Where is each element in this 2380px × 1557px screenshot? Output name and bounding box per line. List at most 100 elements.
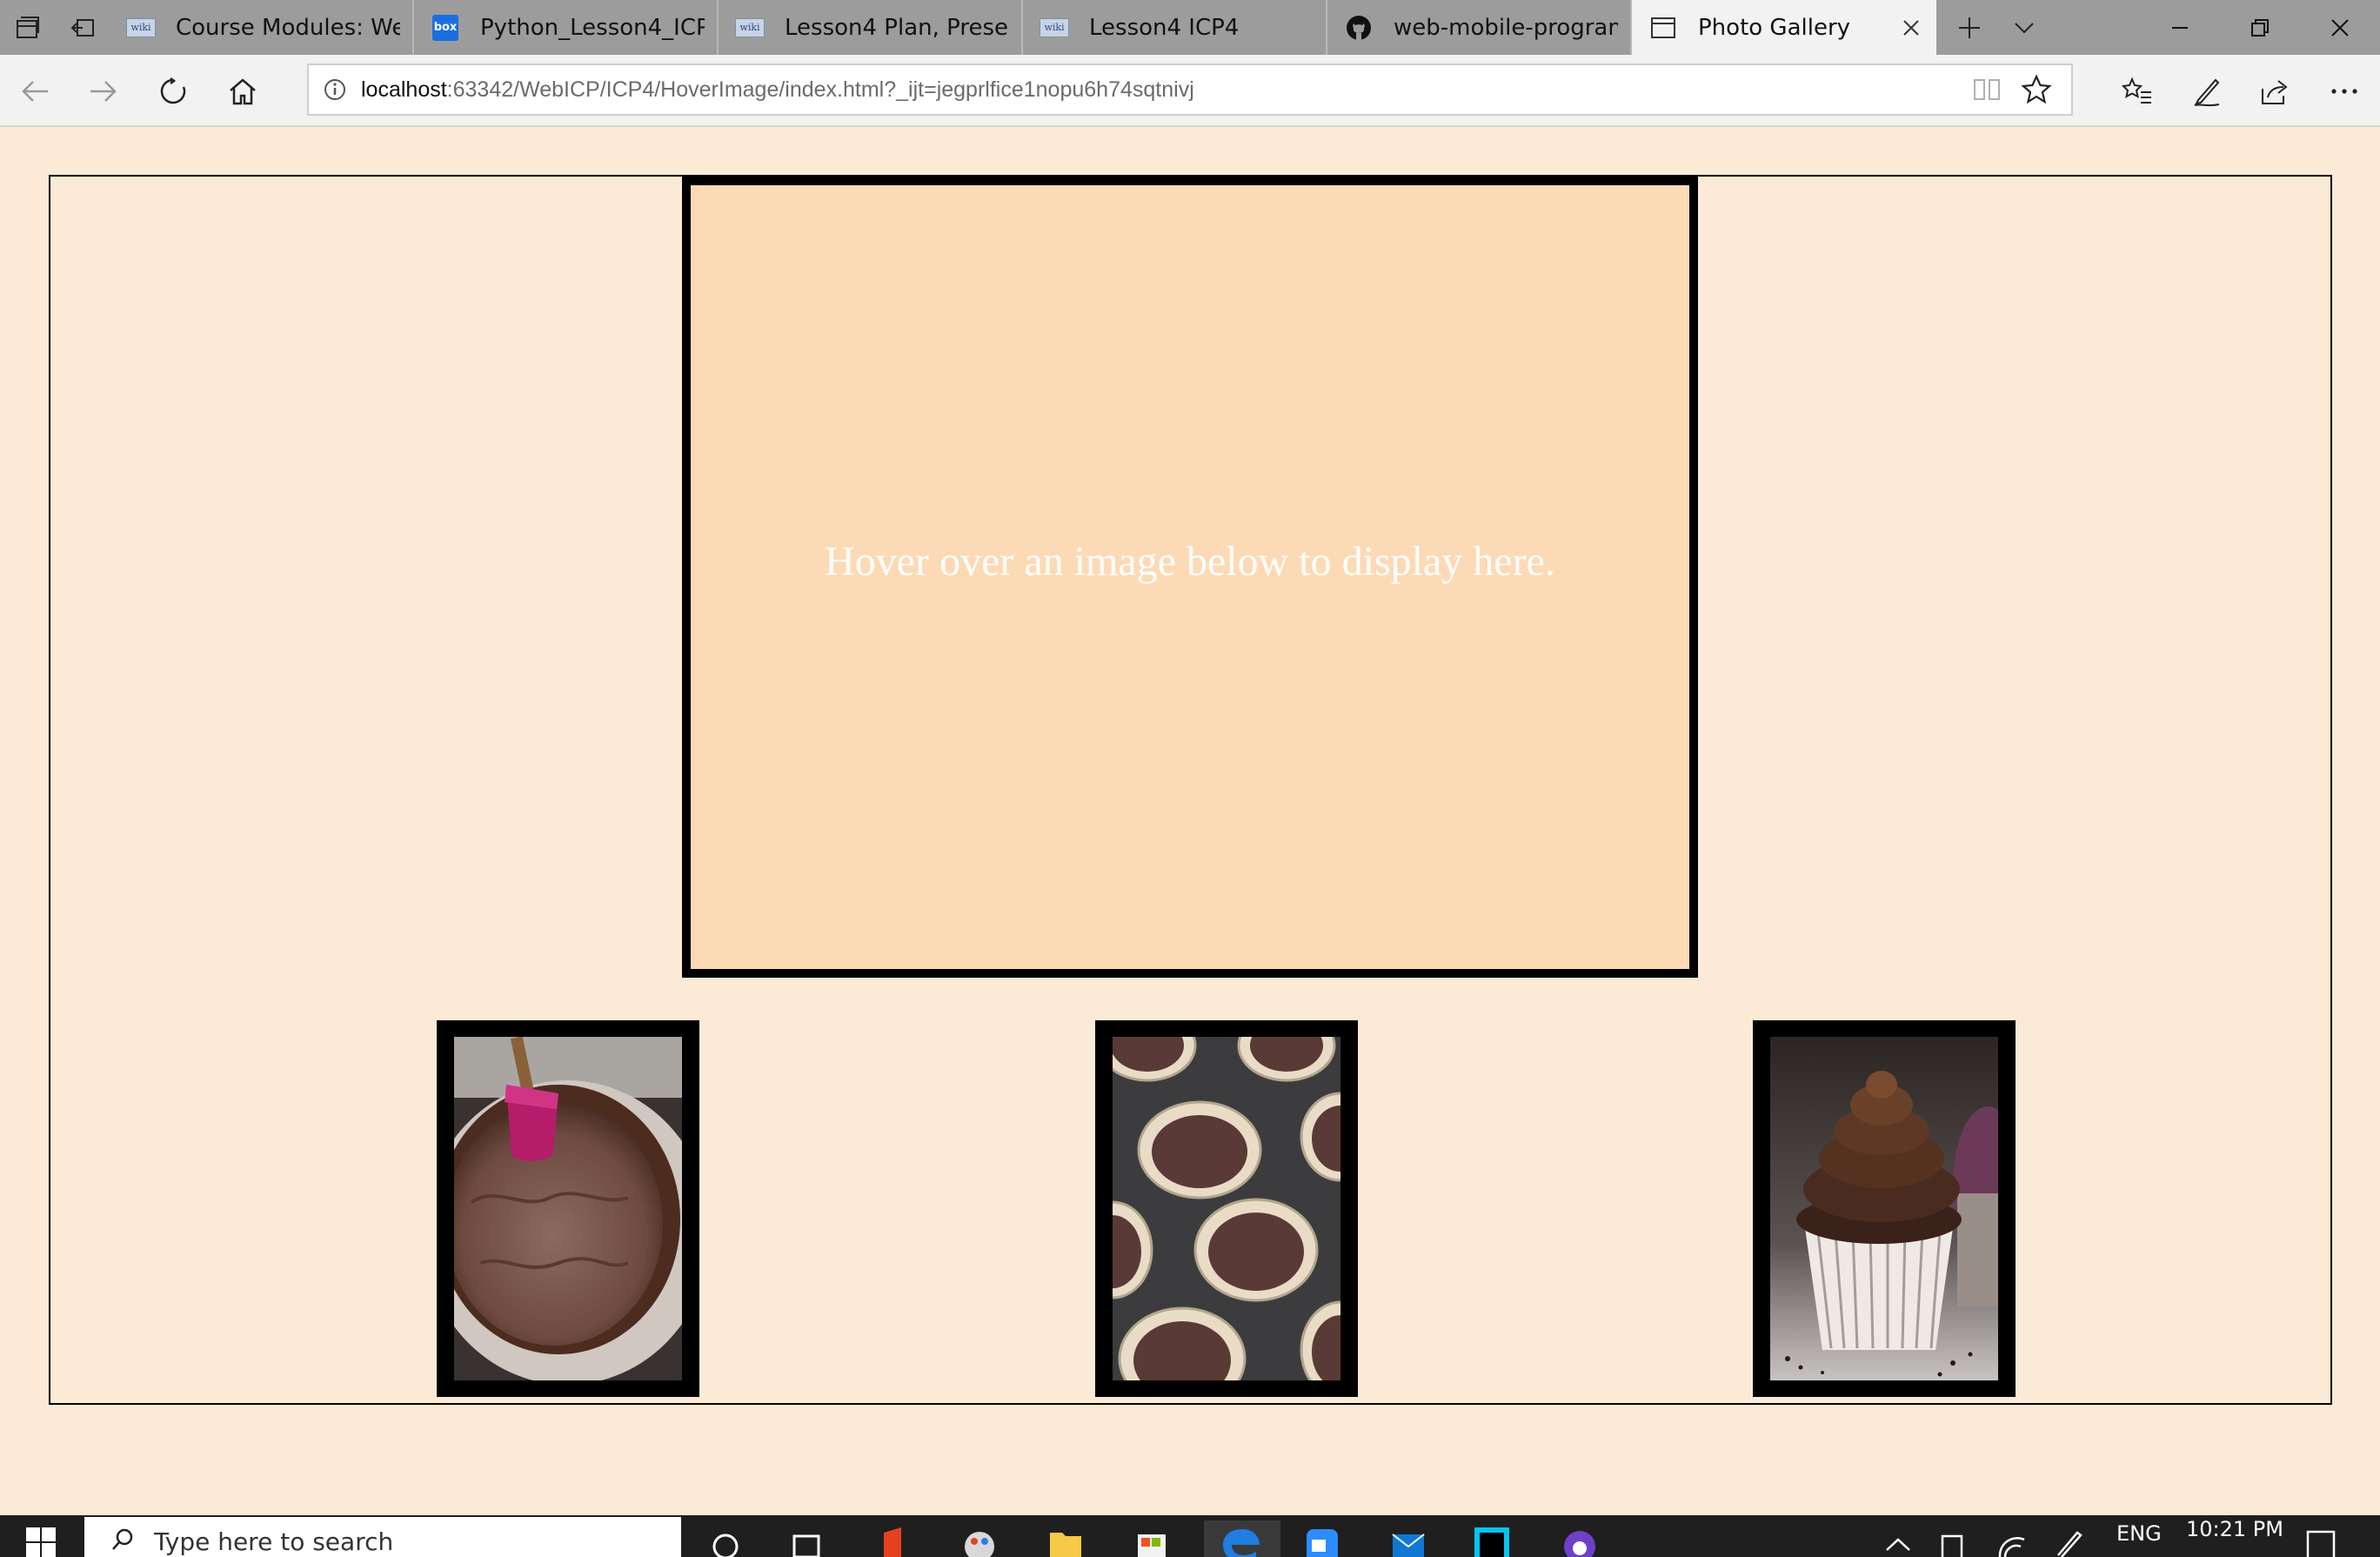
url-text[interactable]: localhost:63342/WebICP/ICP4/HoverImage/i… bbox=[361, 77, 1194, 103]
minimize-icon bbox=[2172, 26, 2188, 29]
windows-taskbar: Type here to search ENG 10:21 PM bbox=[0, 1515, 2380, 1557]
chevron-down-icon bbox=[2014, 22, 2034, 33]
taskbar-search-box[interactable]: Type here to search bbox=[84, 1517, 681, 1557]
batter-bowl-image bbox=[454, 1037, 682, 1380]
restore-icon bbox=[2251, 18, 2269, 37]
notifications-icon bbox=[2306, 1530, 2336, 1557]
preview-instruction-text: Hover over an image below to display her… bbox=[825, 538, 1555, 585]
video-camera-icon bbox=[1307, 1529, 1338, 1557]
tab-title: Course Modules: Web a bbox=[176, 14, 400, 41]
refresh-icon bbox=[160, 77, 186, 104]
tab-lesson4-plan[interactable]: wiki Lesson4 Plan, Presentat bbox=[719, 0, 1023, 55]
paint-app-button[interactable] bbox=[960, 1520, 999, 1557]
back-button[interactable] bbox=[4, 55, 65, 127]
wifi-icon bbox=[1998, 1537, 2025, 1557]
info-icon[interactable] bbox=[324, 78, 346, 101]
forward-arrow-icon bbox=[90, 80, 117, 102]
minimize-button[interactable] bbox=[2140, 0, 2220, 55]
refresh-button[interactable] bbox=[143, 55, 204, 127]
show-hidden-icons-button[interactable] bbox=[1883, 1533, 1913, 1557]
web-note-button[interactable] bbox=[2176, 55, 2237, 127]
back-arrow-icon bbox=[22, 80, 48, 102]
url-host: localhost bbox=[361, 77, 447, 102]
close-icon bbox=[2331, 18, 2349, 37]
tab-strip: wiki Course Modules: Web a box Python_Le… bbox=[0, 0, 2380, 55]
webstorm-icon bbox=[1474, 1527, 1509, 1557]
favorite-star-button[interactable] bbox=[2021, 74, 2052, 109]
close-window-button[interactable] bbox=[2300, 0, 2380, 55]
thumbnail-frosted-cupcake[interactable] bbox=[1753, 1020, 2016, 1397]
settings-more-button[interactable] bbox=[2314, 55, 2375, 127]
network-status[interactable] bbox=[1996, 1531, 2028, 1557]
wiki-icon: wiki bbox=[1040, 17, 1069, 37]
input-language[interactable]: ENG bbox=[2116, 1521, 2162, 1546]
search-placeholder: Type here to search bbox=[154, 1527, 394, 1556]
tab-title: Lesson4 ICP4 bbox=[1089, 14, 1240, 41]
mail-icon bbox=[1392, 1534, 1425, 1557]
thumbnail-cupcake-pan[interactable] bbox=[1095, 1020, 1358, 1397]
battery-status[interactable] bbox=[1940, 1533, 1969, 1557]
clock-time[interactable]: 10:21 PM bbox=[2186, 1517, 2283, 1541]
windows-logo-icon bbox=[26, 1527, 56, 1557]
file-explorer-button[interactable] bbox=[1046, 1520, 1085, 1557]
shopping-bag-icon bbox=[1138, 1534, 1166, 1557]
share-button[interactable] bbox=[2244, 55, 2305, 127]
new-tab-button[interactable] bbox=[1942, 0, 1996, 55]
paint-icon bbox=[965, 1532, 994, 1557]
cortana-circle-icon bbox=[712, 1534, 739, 1557]
github-desktop-button[interactable] bbox=[1561, 1520, 1599, 1557]
set-aside-icon bbox=[70, 18, 94, 37]
set-tabs-aside-button[interactable] bbox=[55, 0, 110, 55]
edge-icon bbox=[1223, 1529, 1260, 1557]
tab-title: web-mobile-programm bbox=[1394, 14, 1618, 41]
edge-browser-button[interactable] bbox=[1204, 1520, 1280, 1557]
zoom-app-button[interactable] bbox=[1303, 1520, 1341, 1557]
windows-ink-button[interactable] bbox=[2053, 1527, 2084, 1557]
tab-course-modules[interactable]: wiki Course Modules: Web a bbox=[110, 0, 414, 55]
cortana-button[interactable] bbox=[706, 1520, 745, 1557]
tab-lesson4-icp4[interactable]: wiki Lesson4 ICP4 bbox=[1023, 0, 1327, 55]
pen-icon bbox=[2194, 78, 2220, 106]
office-icon bbox=[884, 1527, 901, 1557]
tab-preview-button[interactable] bbox=[1996, 0, 2051, 55]
tabs-aside-icon bbox=[16, 16, 39, 38]
battery-icon bbox=[1941, 1534, 1963, 1557]
webstorm-app-button[interactable] bbox=[1473, 1520, 1511, 1557]
task-view-icon bbox=[792, 1534, 820, 1557]
image-preview-area: Hover over an image below to display her… bbox=[682, 177, 1698, 978]
task-view-button[interactable] bbox=[787, 1520, 826, 1557]
share-icon bbox=[2262, 79, 2288, 104]
more-dots-icon bbox=[2331, 88, 2357, 94]
tab-web-mobile-programming[interactable]: web-mobile-programm bbox=[1327, 0, 1632, 55]
restore-button[interactable] bbox=[2220, 0, 2300, 55]
office-app-button[interactable] bbox=[875, 1520, 913, 1557]
store-button[interactable] bbox=[1133, 1520, 1171, 1557]
action-center-button[interactable] bbox=[2305, 1529, 2337, 1557]
pen-icon bbox=[2057, 1531, 2082, 1557]
tab-python-lesson4[interactable]: box Python_Lesson4_ICP.dc bbox=[414, 0, 719, 55]
chevron-up-icon bbox=[1886, 1538, 1910, 1551]
favorites-hub-button[interactable] bbox=[2107, 55, 2168, 127]
wiki-icon: wiki bbox=[126, 17, 156, 37]
home-button[interactable] bbox=[212, 55, 273, 127]
mail-app-button[interactable] bbox=[1389, 1520, 1427, 1557]
reading-view-button[interactable] bbox=[1972, 76, 2002, 107]
thumbnail-batter-bowl[interactable] bbox=[437, 1020, 699, 1397]
plus-icon bbox=[1958, 17, 1980, 38]
url-path: :63342/WebICP/ICP4/HoverImage/index.html… bbox=[446, 77, 1194, 102]
close-tab-button[interactable] bbox=[1898, 15, 1924, 41]
start-button[interactable] bbox=[26, 1527, 56, 1557]
cupcake-pan-image bbox=[1113, 1037, 1340, 1380]
home-icon bbox=[230, 77, 256, 104]
box-icon: box bbox=[432, 14, 458, 41]
tab-photo-gallery[interactable]: Photo Gallery bbox=[1632, 0, 1936, 55]
page-icon bbox=[1651, 17, 1675, 38]
github-icon bbox=[1347, 15, 1371, 40]
tab-manager-button[interactable] bbox=[0, 0, 55, 55]
book-icon bbox=[1974, 79, 2000, 100]
forward-button[interactable] bbox=[73, 55, 134, 127]
navigation-bar: localhost:63342/WebICP/ICP4/HoverImage/i… bbox=[0, 55, 2380, 127]
close-icon bbox=[1903, 19, 1919, 36]
star-icon bbox=[2021, 74, 2052, 104]
address-bar[interactable]: localhost:63342/WebICP/ICP4/HoverImage/i… bbox=[307, 63, 2073, 116]
